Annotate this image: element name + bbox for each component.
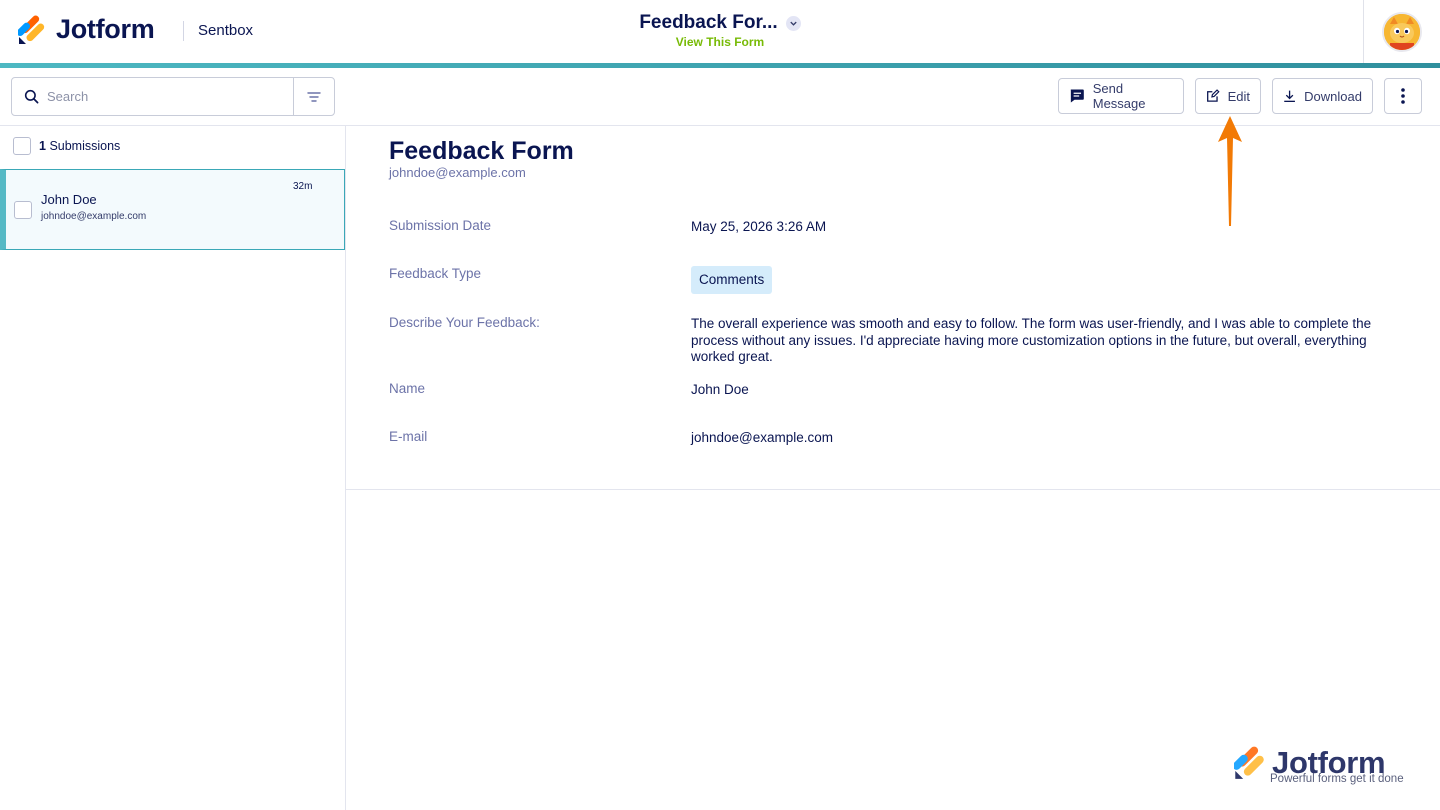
field-value-submission-date: May 25, 2026 3:26 AM	[691, 219, 827, 234]
detail-divider	[346, 489, 1440, 490]
watermark-tagline: Powerful forms get it done	[1270, 773, 1404, 785]
feedback-type-badge: Comments	[691, 266, 773, 294]
field-value-feedback: The overall experience was smooth and ea…	[691, 316, 1372, 364]
edit-label: Edit	[1227, 88, 1250, 104]
app-header: Jotform Sentbox Feedback For... View Thi…	[0, 0, 1440, 64]
submission-checkbox[interactable]	[14, 201, 32, 219]
submissions-header: 1 Submissions	[13, 137, 120, 155]
chevron-down-icon[interactable]	[785, 15, 801, 31]
field-label-feedback: Describe Your Feedback:	[389, 315, 540, 330]
field-label-name: Name	[389, 381, 426, 396]
search-field[interactable]	[12, 78, 293, 115]
send-message-button[interactable]: Send Message	[1058, 78, 1184, 114]
submission-time: 32m	[293, 181, 313, 192]
search-box	[11, 77, 335, 116]
jotform-logo-icon	[1234, 746, 1264, 779]
field-value-name: John Doe	[691, 382, 749, 397]
view-form-link[interactable]: View This Form	[0, 35, 1440, 49]
submission-name: John Doe	[41, 192, 97, 207]
form-title-area: Feedback For... View This Form	[0, 12, 1440, 49]
list-item[interactable]: John Doe johndoe@example.com 32m	[0, 169, 345, 250]
submissions-count-text: 1 Submissions	[39, 139, 120, 153]
send-message-label: Send Message	[1092, 81, 1146, 111]
arrow-up-icon	[1214, 114, 1246, 235]
submissions-count-label: Submissions	[49, 139, 121, 153]
edit-button[interactable]: Edit	[1195, 78, 1261, 114]
field-label-feedback-type: Feedback Type	[389, 266, 482, 281]
jotform-watermark: Jotform Powerful forms get it done	[1234, 745, 1404, 785]
download-label: Download	[1304, 88, 1362, 104]
header-divider	[1363, 0, 1364, 63]
field-label-submission-date: Submission Date	[389, 218, 492, 233]
more-vertical-icon	[1401, 88, 1405, 104]
filter-button[interactable]	[293, 78, 334, 115]
submission-email: johndoe@example.com	[41, 211, 147, 222]
form-title: Feedback For...	[639, 12, 778, 33]
download-icon	[1284, 90, 1295, 103]
select-all-checkbox[interactable]	[13, 137, 31, 155]
submissions-count: 1	[39, 139, 46, 153]
message-icon	[1070, 89, 1084, 103]
detail-email: johndoe@example.com	[389, 165, 526, 180]
more-options-button[interactable]	[1384, 78, 1422, 114]
search-icon	[24, 89, 39, 104]
form-title-dropdown[interactable]: Feedback For...	[639, 12, 801, 34]
download-button[interactable]: Download	[1272, 78, 1373, 114]
submissions-panel: 1 Submissions John Doe johndoe@example.c…	[0, 126, 346, 810]
page-title: Feedback Form	[389, 137, 574, 165]
avatar-cat-icon	[1384, 14, 1420, 50]
filter-icon	[307, 91, 321, 102]
edit-icon	[1207, 89, 1220, 102]
field-value-email: johndoe@example.com	[691, 430, 834, 445]
field-label-email: E-mail	[389, 429, 428, 444]
search-input[interactable]	[47, 89, 277, 104]
avatar[interactable]	[1382, 12, 1422, 52]
